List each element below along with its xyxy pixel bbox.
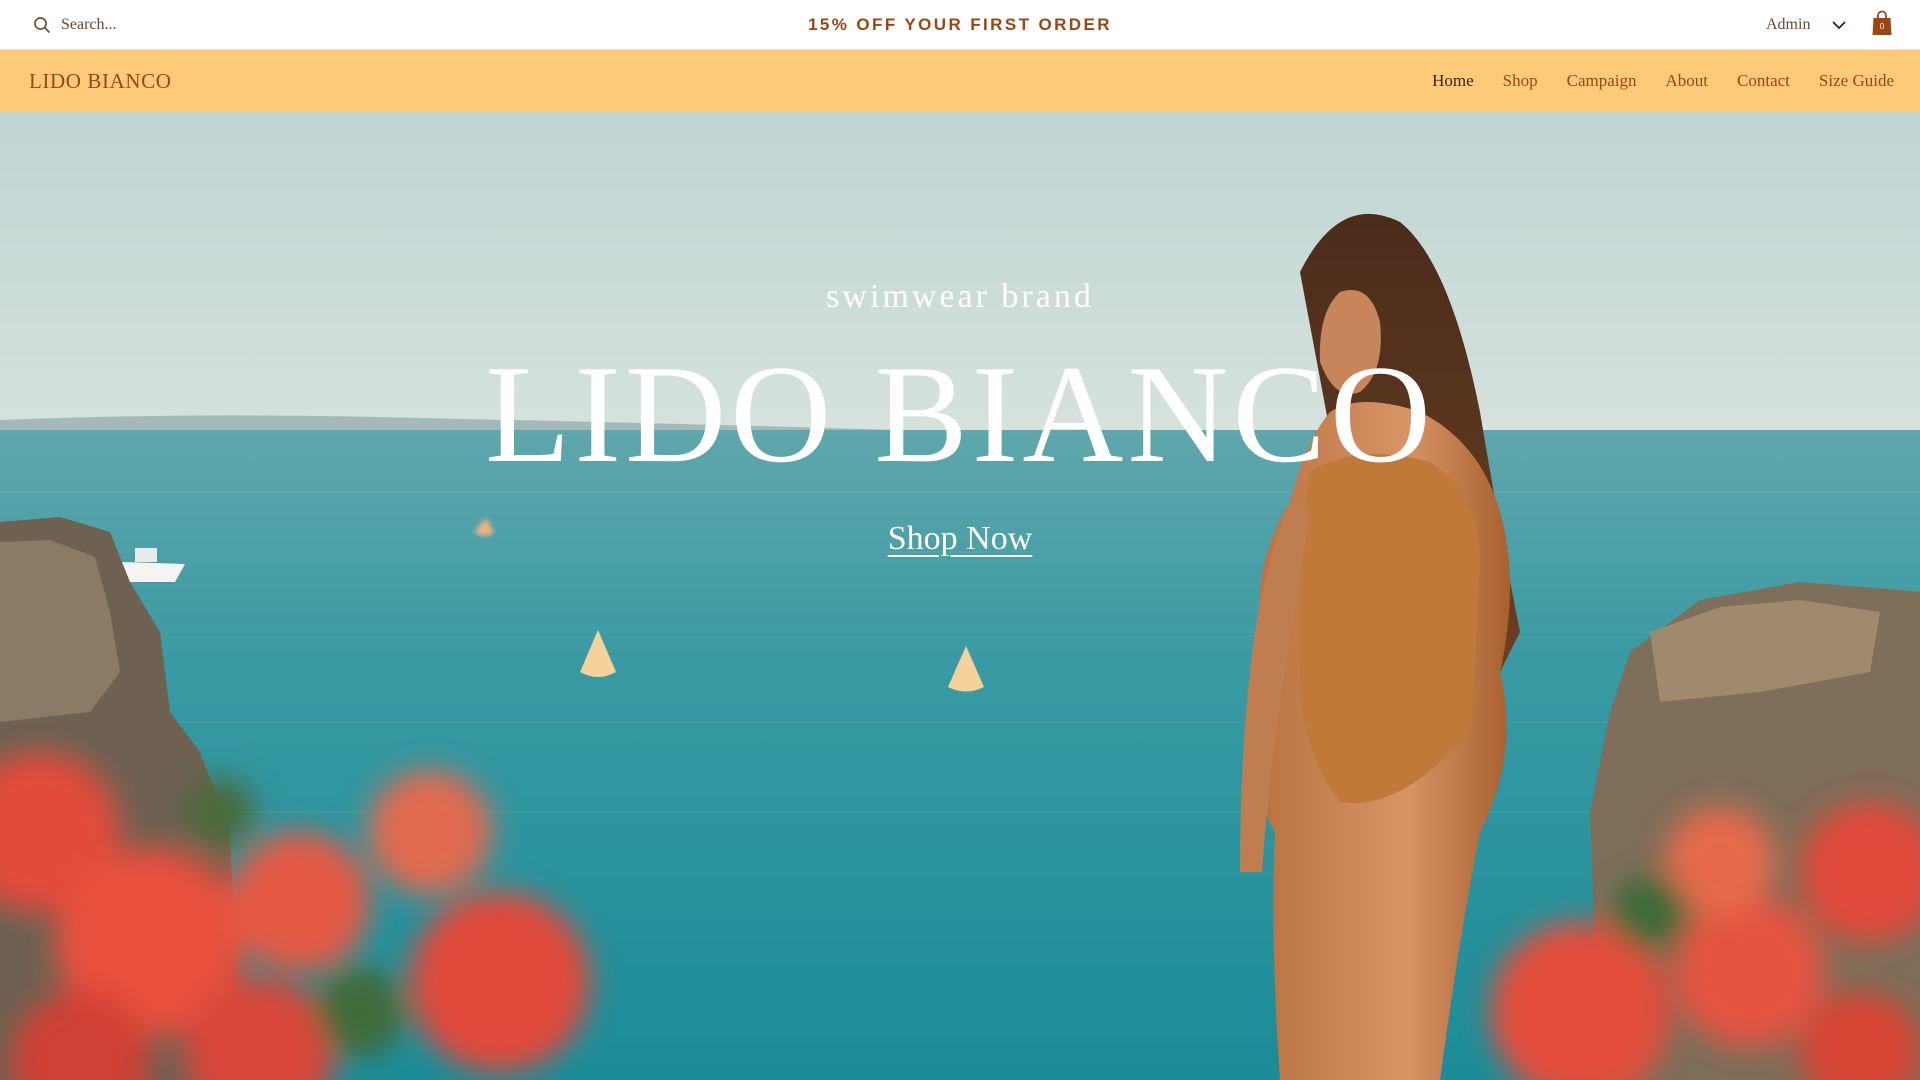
nav-contact[interactable]: Contact <box>1737 71 1790 91</box>
hero-cta-wrapper: Shop Now <box>0 520 1920 558</box>
nav-home[interactable]: Home <box>1432 71 1474 91</box>
account-label: Admin <box>1766 16 1811 33</box>
site-logo[interactable]: LIDO BIANCO <box>29 50 172 112</box>
hero-eyebrow-text: swimwear brand <box>826 278 1094 315</box>
search-input[interactable] <box>61 16 261 34</box>
hero-section: swimwear brand LIDO BIANCO Shop Now <box>0 112 1920 1080</box>
hero-title: LIDO BIANCO <box>484 337 1436 492</box>
account-menu[interactable]: Admin <box>1766 12 1846 38</box>
shop-now-link[interactable]: Shop Now <box>888 520 1033 557</box>
nav-shop[interactable]: Shop <box>1503 71 1538 91</box>
search-box[interactable] <box>33 12 293 38</box>
hero-background-image <box>0 112 1920 1080</box>
announcement-bar: 15% OFF YOUR FIRST ORDER Admin 0 <box>0 0 1920 50</box>
cart-count-badge: 0 <box>1879 22 1885 31</box>
nav-campaign[interactable]: Campaign <box>1567 71 1637 91</box>
chevron-down-icon[interactable] <box>1832 21 1846 30</box>
main-nav: Home Shop Campaign About Contact Size Gu… <box>1403 50 1894 112</box>
search-icon[interactable] <box>33 16 51 34</box>
nav-about[interactable]: About <box>1666 71 1709 91</box>
nav-size-guide[interactable]: Size Guide <box>1819 71 1894 91</box>
cart-button[interactable]: 0 <box>1872 10 1896 38</box>
site-header: LIDO BIANCO Home Shop Campaign About Con… <box>0 50 1920 112</box>
